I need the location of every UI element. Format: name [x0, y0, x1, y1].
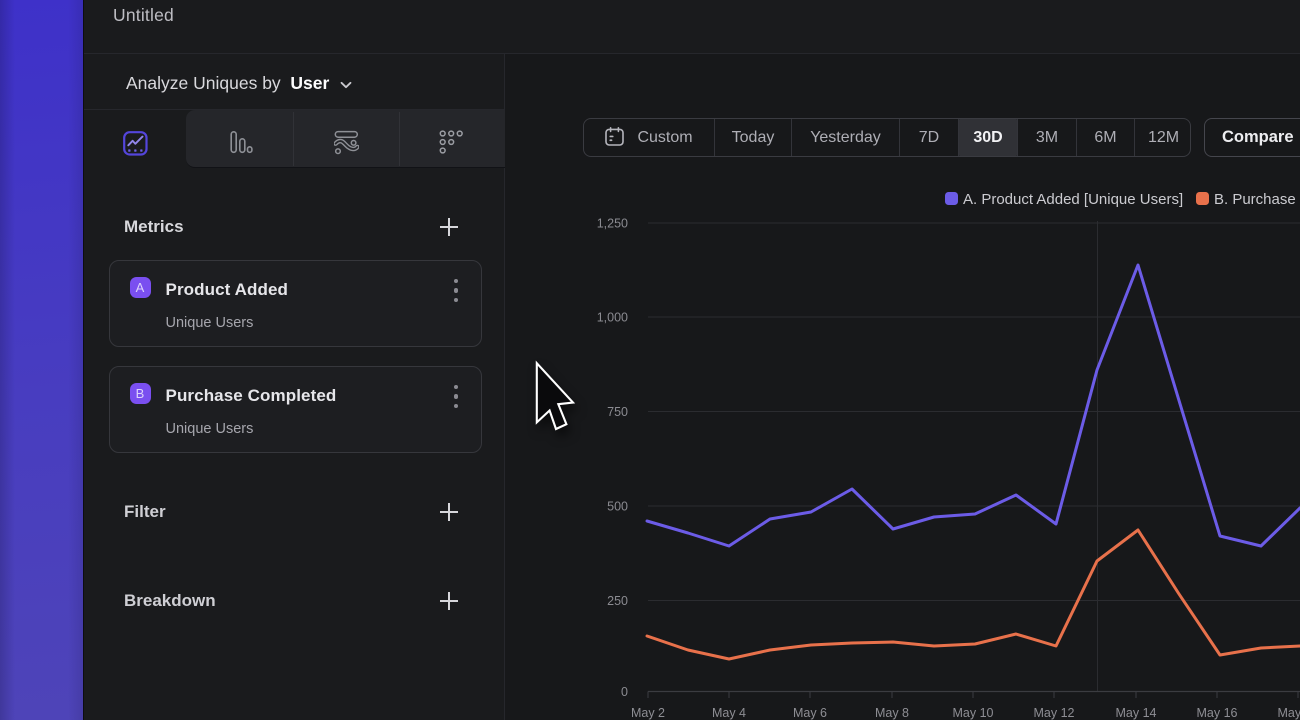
svg-text:0: 0	[621, 685, 628, 699]
svg-text:May 10: May 10	[953, 706, 994, 720]
svg-text:May 6: May 6	[793, 706, 827, 720]
svg-text:May 8: May 8	[875, 706, 909, 720]
svg-text:250: 250	[607, 594, 628, 608]
svg-text:1,250: 1,250	[597, 217, 628, 231]
svg-text:May 14: May 14	[1116, 706, 1157, 720]
svg-text:May 2: May 2	[631, 706, 665, 720]
svg-text:May 4: May 4	[712, 706, 746, 720]
svg-text:May 18: May 18	[1278, 706, 1300, 720]
svg-text:May 16: May 16	[1197, 706, 1238, 720]
svg-text:May 12: May 12	[1034, 706, 1075, 720]
svg-text:500: 500	[607, 500, 628, 514]
svg-text:1,000: 1,000	[597, 311, 628, 325]
svg-text:750: 750	[607, 405, 628, 419]
